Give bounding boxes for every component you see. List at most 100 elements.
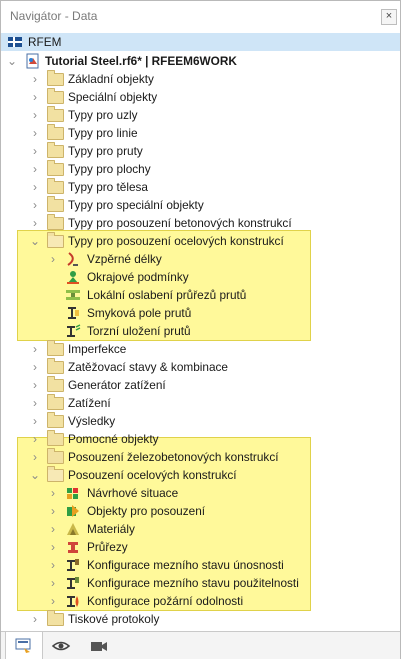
chevron-right-icon[interactable]: › (29, 127, 41, 139)
chevron-right-icon[interactable]: › (47, 595, 59, 607)
tree-subitem[interactable]: › Objekty pro posouzení (1, 502, 400, 520)
tree-subitem-label: Materiály (87, 522, 135, 536)
tree-item[interactable]: › Typy pro uzly (1, 106, 400, 124)
materials-icon (65, 521, 81, 537)
folder-icon (47, 412, 64, 428)
tree-subitem[interactable]: Lokální oslabení průřezů prutů (1, 286, 400, 304)
tree-item[interactable]: › Typy pro linie (1, 124, 400, 142)
tree-item-label: Zatěžovací stavy & kombinace (68, 360, 228, 374)
tree-subitem[interactable]: › Konfigurace mezního stavu použitelnost… (1, 574, 400, 592)
chevron-right-icon[interactable]: › (29, 433, 41, 445)
tree-subitem[interactable]: › Vzpěrné délky (1, 250, 400, 268)
tree-item-label: Typy pro speciální objekty (68, 198, 204, 212)
chevron-right-icon[interactable]: › (29, 145, 41, 157)
folder-icon (47, 214, 64, 230)
folder-icon (47, 124, 64, 140)
tree-item[interactable]: › Posouzení železobetonových konstrukcí (1, 448, 400, 466)
chevron-right-icon[interactable]: › (47, 253, 59, 265)
chevron-right-icon[interactable]: › (29, 361, 41, 373)
chevron-right-icon[interactable]: › (29, 181, 41, 193)
tab-view[interactable] (43, 632, 79, 659)
tree-subitem[interactable]: › Návrhové situace (1, 484, 400, 502)
rfem-flag-icon (7, 34, 23, 50)
tree-item[interactable]: › Základní objekty (1, 70, 400, 88)
tree-item-label: Posouzení ocelových konstrukcí (68, 468, 237, 482)
tab-camera[interactable] (81, 632, 117, 659)
tree-item-label: Typy pro linie (68, 126, 138, 140)
chevron-right-icon[interactable]: › (29, 343, 41, 355)
tree-item[interactable]: › Výsledky (1, 412, 400, 430)
folder-icon (47, 394, 64, 410)
design-objects-icon (65, 503, 81, 519)
title-bar: Navigátor - Data × (1, 1, 400, 31)
navigator-tree: RFEM ⌄ Tutorial Steel.rf6* | RFEEM6WORK … (1, 31, 400, 631)
folder-open-icon (47, 232, 64, 248)
tree-root-rfem[interactable]: RFEM (1, 33, 400, 51)
tree-subitem[interactable]: Smyková pole prutů (1, 304, 400, 322)
chevron-right-icon[interactable]: › (47, 559, 59, 571)
chevron-right-icon[interactable]: › (29, 217, 41, 229)
tree-item[interactable]: › Typy pro speciální objekty (1, 196, 400, 214)
tab-data[interactable] (5, 632, 43, 659)
chevron-down-icon[interactable]: ⌄ (29, 469, 41, 481)
tree-subitem-label: Návrhové situace (87, 486, 179, 500)
tree-item[interactable]: › Zatěžovací stavy & kombinace (1, 358, 400, 376)
tree-subitem[interactable]: Torzní uložení prutů (1, 322, 400, 340)
chevron-right-icon[interactable]: › (29, 163, 41, 175)
chevron-right-icon[interactable]: › (29, 613, 41, 625)
chevron-right-icon[interactable]: › (47, 487, 59, 499)
fire-resistance-config-icon (65, 593, 81, 609)
tree-item[interactable]: › Typy pro tělesa (1, 178, 400, 196)
tree-item[interactable]: › Typy pro plochy (1, 160, 400, 178)
tree-subitem-label: Konfigurace mezního stavu únosnosti (87, 558, 284, 572)
bottom-tab-bar (1, 631, 400, 659)
tree-item[interactable]: › Tiskové protokoly (1, 610, 400, 628)
tree-item-label: Speciální objekty (68, 90, 158, 104)
tree-item-steel-types[interactable]: ⌄ Typy pro posouzení ocelových konstrukcí (1, 232, 400, 250)
tree-item[interactable]: › Zatížení (1, 394, 400, 412)
chevron-right-icon[interactable]: › (29, 397, 41, 409)
chevron-right-icon[interactable]: › (47, 523, 59, 535)
chevron-down-icon[interactable]: ⌄ (29, 235, 41, 247)
chevron-right-icon[interactable]: › (29, 199, 41, 211)
folder-open-icon (47, 466, 64, 482)
chevron-right-icon[interactable]: › (29, 73, 41, 85)
tree-item[interactable]: › Imperfekce (1, 340, 400, 358)
chevron-down-icon[interactable]: ⌄ (6, 55, 18, 67)
boundary-condition-icon (65, 269, 81, 285)
chevron-right-icon[interactable]: › (47, 577, 59, 589)
tree-item-label: Imperfekce (68, 342, 127, 356)
tree-item-label: Tiskové protokoly (68, 612, 160, 626)
tree-item[interactable]: › Speciální objekty (1, 88, 400, 106)
tree-item-label: Výsledky (68, 414, 116, 428)
design-situation-icon (65, 485, 81, 501)
tree-subitem-label: Lokální oslabení průřezů prutů (87, 288, 247, 302)
folder-icon (47, 196, 64, 212)
chevron-right-icon[interactable]: › (47, 541, 59, 553)
tree-item-label: Typy pro plochy (68, 162, 151, 176)
folder-icon (47, 142, 64, 158)
tree-subitem[interactable]: Okrajové podmínky (1, 268, 400, 286)
view-eye-icon (51, 641, 71, 651)
tree-item[interactable]: › Typy pro posouzení betonových konstrukc… (1, 214, 400, 232)
tree-item[interactable]: › Pomocné objekty (1, 430, 400, 448)
chevron-right-icon[interactable]: › (29, 379, 41, 391)
chevron-right-icon[interactable]: › (29, 109, 41, 121)
tree-subitem[interactable]: › Materiály (1, 520, 400, 538)
tree-subitem[interactable]: › Průřezy (1, 538, 400, 556)
tree-subitem[interactable]: › Konfigurace požární odolnosti (1, 592, 400, 610)
tree-item-label: Typy pro pruty (68, 144, 143, 158)
chevron-right-icon[interactable]: › (29, 415, 41, 427)
close-button[interactable]: × (381, 9, 397, 25)
chevron-right-icon[interactable]: › (29, 91, 41, 103)
tree-item-steel-design[interactable]: ⌄ Posouzení ocelových konstrukcí (1, 466, 400, 484)
chevron-right-icon[interactable]: › (29, 451, 41, 463)
tree-item-label: Typy pro posouzení ocelových konstrukcí (68, 234, 284, 248)
tree-subitem[interactable]: › Konfigurace mezního stavu únosnosti (1, 556, 400, 574)
tree-item[interactable]: › Typy pro pruty (1, 142, 400, 160)
chevron-right-icon[interactable]: › (47, 505, 59, 517)
tree-subitem-label: Objekty pro posouzení (87, 504, 206, 518)
folder-icon (47, 448, 64, 464)
tree-project[interactable]: ⌄ Tutorial Steel.rf6* | RFEEM6WORK (1, 52, 400, 70)
tree-item[interactable]: › Generátor zatížení (1, 376, 400, 394)
